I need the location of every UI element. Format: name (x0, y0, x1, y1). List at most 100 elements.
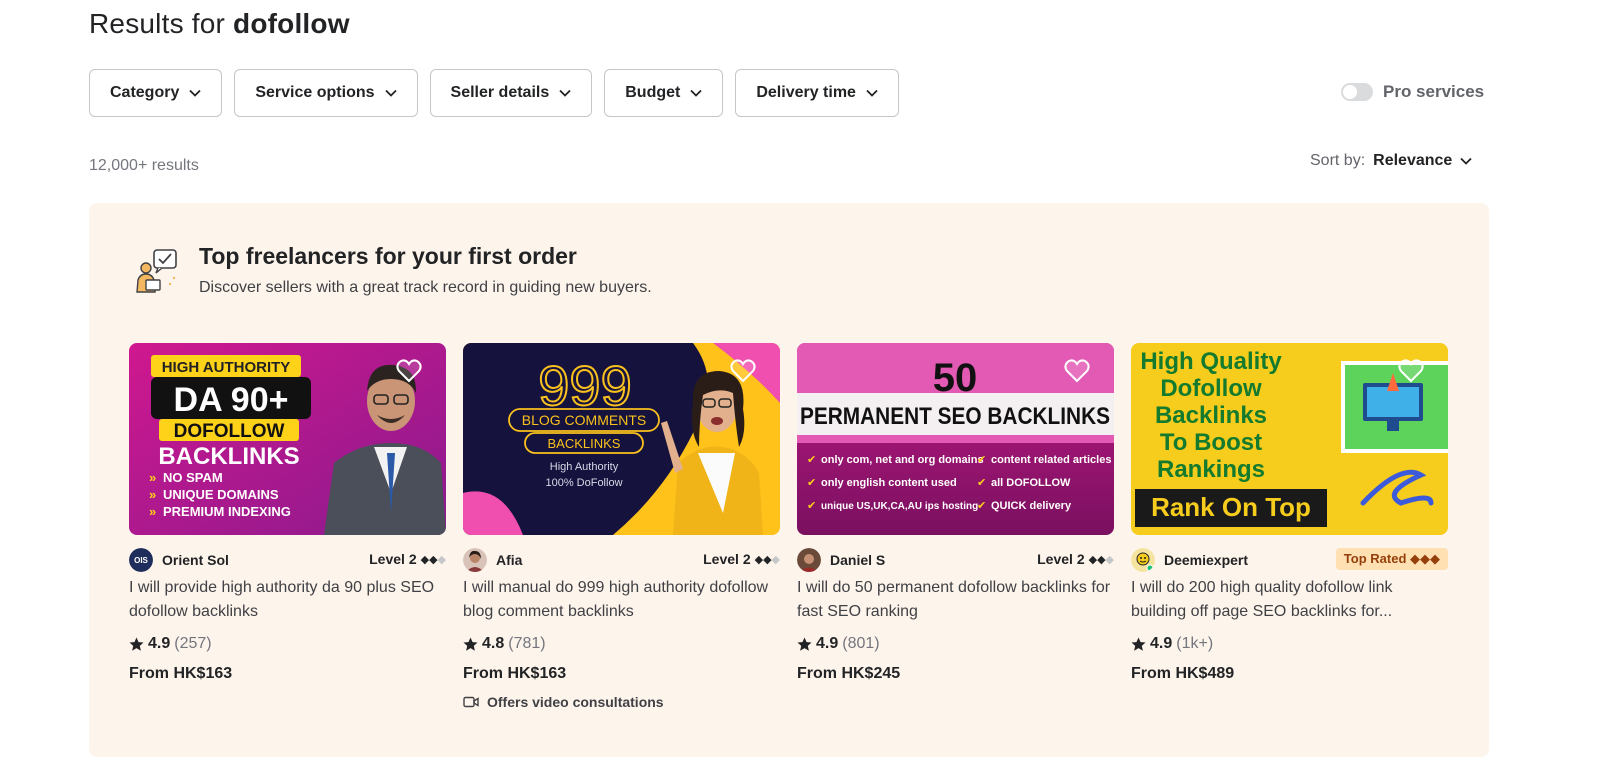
rating-score: 4.8 (482, 635, 505, 652)
seller-info: OIS Orient Sol Level 2 ◆◆◆ (129, 548, 446, 572)
thumb-text: unique US,UK,CA,AU ips hosting (821, 501, 978, 512)
avatar[interactable] (1131, 548, 1155, 572)
gig-price: From HK$163 (463, 665, 567, 682)
gig-thumbnail[interactable]: HIGH AUTHORITY DA 90+ DOFOLLOW BACKLINKS… (129, 343, 446, 535)
thumb-text: BACKLINKS (548, 436, 621, 451)
chevron-down-icon (559, 87, 571, 99)
seller-name[interactable]: Deemiexpert (1164, 552, 1248, 568)
diamond-icon: ◆◆◆ (1088, 553, 1114, 566)
top-rated-badge: Top Rated ◆◆◆ (1335, 548, 1448, 570)
star-icon (1131, 636, 1146, 651)
avatar[interactable]: OIS (129, 548, 153, 572)
thumb-text: QUICK delivery (991, 500, 1072, 512)
thumb-text: NO SPAM (163, 470, 223, 485)
star-icon (129, 636, 144, 651)
diamond-icon: ◆◆◆ (754, 553, 780, 566)
svg-text:✔: ✔ (977, 477, 986, 489)
thumb-text: Rankings (1157, 456, 1265, 483)
svg-text:»: » (149, 470, 156, 485)
gig-card[interactable]: 999 BLOG COMMENTS BACKLINKS High Authori… (463, 343, 780, 710)
pro-services-label: Pro services (1383, 82, 1485, 101)
gig-price: From HK$245 (797, 665, 901, 682)
gig-card[interactable]: 50 PERMANENT SEO BACKLINKS ✔ only com, n… (797, 343, 1114, 710)
gig-card-list: HIGH AUTHORITY DA 90+ DOFOLLOW BACKLINKS… (129, 343, 1448, 710)
svg-text:»: » (149, 487, 156, 502)
gig-title[interactable]: I will provide high authority da 90 plus… (129, 576, 446, 624)
chevron-down-icon (866, 87, 878, 99)
thumb-text: Backlinks (1155, 402, 1267, 429)
pro-services-toggle[interactable] (1341, 83, 1373, 101)
svg-text:✔: ✔ (977, 454, 986, 466)
gig-thumbnail[interactable]: High Quality Dofollow Backlinks To Boost… (1131, 343, 1448, 535)
checklist-person-icon (132, 248, 180, 296)
chevron-down-icon (384, 87, 397, 99)
rating-score: 4.9 (1150, 635, 1173, 652)
filter-category-button[interactable]: Category (89, 69, 223, 117)
video-camera-icon (463, 696, 479, 708)
filter-service-options-button[interactable]: Service options (234, 69, 418, 117)
gig-thumbnail[interactable]: 50 PERMANENT SEO BACKLINKS ✔ only com, n… (797, 343, 1114, 535)
panel-subtitle: Discover sellers with a great track reco… (199, 279, 652, 296)
svg-text:✔: ✔ (807, 454, 816, 466)
search-results-page: Results for dofollow Category Service op… (0, 0, 1618, 783)
title-prefix: Results for (89, 8, 226, 39)
sort-dropdown[interactable]: Sort by: Relevance (1310, 152, 1472, 170)
rating-score: 4.9 (816, 635, 839, 652)
thumb-text: UNIQUE DOMAINS (163, 487, 279, 502)
results-count: 12,000+ results (89, 157, 199, 174)
seller-name[interactable]: Orient Sol (162, 552, 229, 568)
seller-level-badge: Level 2 ◆◆◆ (703, 551, 780, 567)
thumb-text: Dofollow (1160, 375, 1262, 402)
thumb-text: 50 (933, 356, 978, 400)
video-consultation-label: Offers video consultations (487, 694, 664, 710)
gig-title[interactable]: I will do 50 permanent dofollow backlink… (797, 576, 1114, 624)
seller-info: Deemiexpert Top Rated ◆◆◆ (1131, 548, 1448, 572)
avatar[interactable] (797, 548, 821, 572)
thumb-text: only english content used (821, 477, 957, 489)
chevron-down-icon (690, 87, 702, 99)
gig-rating: 4.9 (801) (797, 632, 1114, 656)
heart-icon[interactable] (396, 359, 422, 383)
heart-icon[interactable] (1398, 359, 1424, 383)
rating-score: 4.9 (148, 635, 171, 652)
gig-thumbnail[interactable]: 999 BLOG COMMENTS BACKLINKS High Authori… (463, 343, 780, 535)
chevron-down-icon (189, 87, 201, 99)
svg-text:»: » (149, 504, 156, 519)
thumb-text: PREMIUM INDEXING (163, 504, 291, 519)
chevron-down-icon (1460, 152, 1472, 170)
rating-count: (257) (174, 635, 212, 652)
rating-count: (1k+) (1176, 635, 1214, 652)
gig-rating: 4.8 (781) (463, 632, 780, 656)
page-title: Results for dofollow (89, 8, 350, 40)
gig-title[interactable]: I will manual do 999 high authority dofo… (463, 576, 780, 624)
sort-value: Relevance (1373, 152, 1453, 169)
thumb-text: all DOFOLLOW (991, 477, 1071, 489)
svg-text:✔: ✔ (807, 500, 816, 512)
thumb-text: DA 90+ (174, 381, 289, 419)
sort-label: Sort by: (1310, 152, 1366, 169)
gig-rating: 4.9 (1k+) (1131, 632, 1448, 656)
rating-count: (781) (508, 635, 546, 652)
svg-text:✔: ✔ (807, 477, 816, 489)
search-query: dofollow (233, 8, 350, 39)
gig-card[interactable]: HIGH AUTHORITY DA 90+ DOFOLLOW BACKLINKS… (129, 343, 446, 710)
seller-name[interactable]: Afia (496, 552, 522, 568)
filter-budget-button[interactable]: Budget (604, 69, 724, 117)
thumb-text: DOFOLLOW (174, 421, 285, 442)
gig-card[interactable]: High Quality Dofollow Backlinks To Boost… (1131, 343, 1448, 710)
star-icon (797, 636, 812, 651)
filter-label: Seller details (450, 84, 550, 101)
filter-label: Budget (625, 84, 681, 101)
heart-icon[interactable] (1064, 359, 1090, 383)
avatar[interactable] (463, 548, 487, 572)
rating-count: (801) (842, 635, 880, 652)
filter-delivery-time-button[interactable]: Delivery time (735, 69, 899, 117)
gig-title[interactable]: I will do 200 high quality dofollow link… (1131, 576, 1448, 624)
gig-rating: 4.9 (257) (129, 632, 446, 656)
thumb-text: content related articles (991, 454, 1111, 466)
thumb-text: PERMANENT SEO BACKLINKS (800, 403, 1110, 430)
filter-seller-details-button[interactable]: Seller details (429, 69, 593, 117)
diamond-icon: ◆◆◆ (420, 553, 446, 566)
seller-name[interactable]: Daniel S (830, 552, 885, 568)
heart-icon[interactable] (730, 359, 756, 383)
